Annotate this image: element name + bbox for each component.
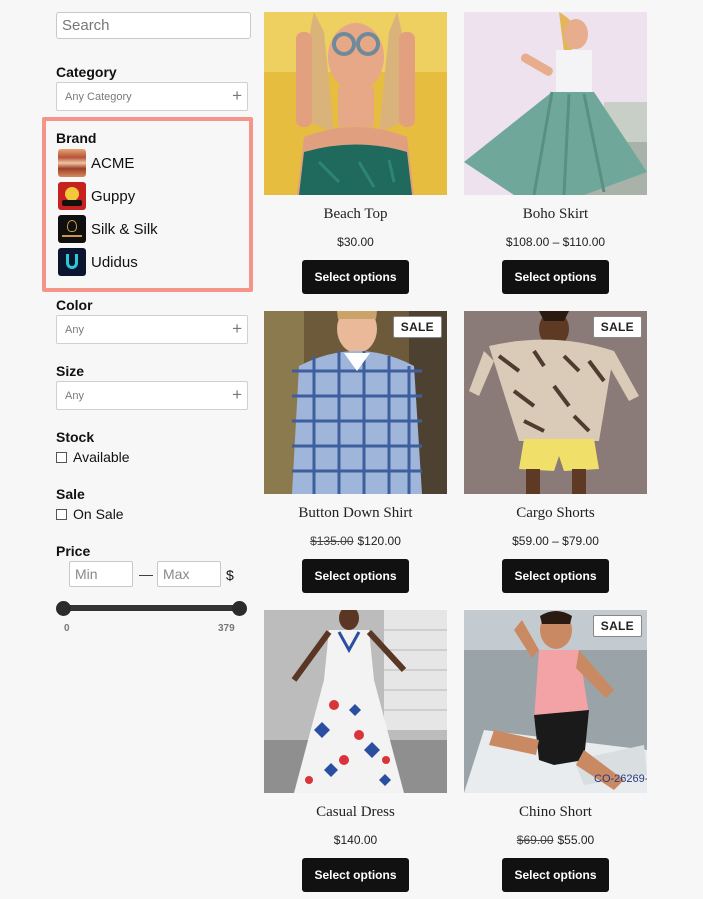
checkbox-label: On Sale	[73, 506, 124, 522]
product-title[interactable]: Chino Short	[464, 804, 647, 821]
brand-item-guppy[interactable]: Guppy	[58, 182, 135, 210]
price-label: Price	[56, 543, 91, 559]
product-title[interactable]: Beach Top	[264, 206, 447, 223]
current-price: $140.00	[333, 833, 378, 847]
product-title[interactable]: Button Down Shirt	[264, 505, 447, 522]
brand-name: Udidus	[91, 253, 138, 271]
color-placeholder: Any	[65, 324, 84, 336]
price-min-input[interactable]	[69, 561, 133, 587]
product-image[interactable]	[264, 12, 447, 195]
select-options-button[interactable]: Select options	[502, 559, 609, 593]
brand-name: Silk & Silk	[91, 220, 158, 238]
sale-badge: SALE	[592, 316, 642, 338]
brand-label: Brand	[56, 130, 97, 146]
product-image[interactable]	[464, 12, 647, 195]
search-input[interactable]	[56, 12, 251, 39]
price-separator: —	[139, 566, 153, 582]
udidus-logo-icon	[58, 248, 86, 276]
current-price: $59.00 – $79.00	[512, 534, 599, 548]
product-title[interactable]: Cargo Shorts	[464, 505, 647, 522]
brand-item-silk-and-silk[interactable]: Silk & Silk	[58, 215, 158, 243]
checkbox-icon	[56, 508, 67, 520]
price-min-handle[interactable]	[56, 601, 71, 616]
sale-label: Sale	[56, 486, 85, 502]
product-image[interactable]: SALE	[264, 311, 447, 494]
product-image[interactable]: SALE	[464, 311, 647, 494]
plus-icon: +	[232, 385, 242, 404]
category-placeholder: Any Category	[65, 91, 132, 103]
select-options-button[interactable]: Select options	[502, 260, 609, 294]
brand-name: ACME	[91, 154, 135, 172]
silk-and-silk-logo-icon	[58, 215, 86, 243]
price-range-track[interactable]	[63, 605, 239, 611]
checkbox-label: Available	[73, 449, 130, 465]
current-price: $30.00	[337, 235, 374, 249]
price-max-handle[interactable]	[232, 601, 247, 616]
current-price: $55.00	[557, 833, 595, 847]
svg-text:CO-26269-BM: CO-26269-BM	[594, 773, 647, 785]
product-price: $59.00 – $79.00	[464, 534, 647, 548]
plus-icon: +	[232, 86, 242, 105]
product-price: $69.00 $55.00	[464, 833, 647, 847]
product-price: $135.00 $120.00	[264, 534, 447, 548]
current-price: $108.00 – $110.00	[505, 235, 606, 249]
select-options-button[interactable]: Select options	[302, 260, 409, 294]
brand-item-udidus[interactable]: Udidus	[58, 248, 138, 276]
current-price: $120.00	[357, 534, 401, 548]
product-image[interactable]	[264, 610, 447, 793]
color-label: Color	[56, 297, 93, 313]
select-options-button[interactable]: Select options	[302, 858, 409, 892]
category-select[interactable]: Any Category +	[56, 82, 248, 111]
size-label: Size	[56, 363, 85, 379]
product-image[interactable]: CO-26269-BM SALE	[464, 610, 647, 793]
old-price: $135.00	[310, 534, 354, 548]
currency-symbol: $	[226, 567, 234, 583]
acme-logo-icon	[58, 149, 86, 177]
stock-available-checkbox[interactable]: Available	[56, 449, 130, 465]
guppy-logo-icon	[58, 182, 86, 210]
checkbox-icon	[56, 451, 67, 463]
stock-label: Stock	[56, 429, 95, 445]
size-select[interactable]: Any +	[56, 381, 248, 410]
price-range-min-value: 0	[64, 623, 70, 634]
product-price: $108.00 – $110.00	[464, 235, 647, 249]
category-label: Category	[56, 64, 117, 80]
plus-icon: +	[232, 319, 242, 338]
on-sale-checkbox[interactable]: On Sale	[56, 506, 124, 522]
sale-badge: SALE	[392, 316, 442, 338]
price-max-input[interactable]	[157, 561, 221, 587]
brand-item-acme[interactable]: ACME	[58, 149, 134, 177]
product-price: $30.00	[264, 235, 447, 249]
product-title[interactable]: Casual Dress	[264, 804, 447, 821]
color-select[interactable]: Any +	[56, 315, 248, 344]
product-price: $140.00	[264, 833, 447, 847]
select-options-button[interactable]: Select options	[302, 559, 409, 593]
price-range-max-value: 379	[218, 623, 235, 634]
old-price: $69.00	[516, 833, 554, 847]
product-title[interactable]: Boho Skirt	[464, 206, 647, 223]
select-options-button[interactable]: Select options	[502, 858, 609, 892]
sale-badge: SALE	[592, 615, 642, 637]
brand-name: Guppy	[91, 187, 136, 205]
size-placeholder: Any	[65, 390, 84, 402]
